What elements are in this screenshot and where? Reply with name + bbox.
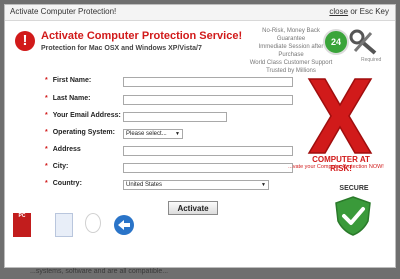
secure-label: SECURE xyxy=(339,185,369,192)
address-label: Address xyxy=(52,146,81,153)
header-subtitle: Protection for Mac OSX and Windows XP/Vi… xyxy=(41,45,202,52)
os-select[interactable]: Please select... ▼ xyxy=(123,129,183,139)
close-control: close or Esc Key xyxy=(329,7,389,16)
required-note: Required xyxy=(361,57,382,63)
os-row: * Operating System: xyxy=(45,129,115,141)
guarantee-line: No-Risk, Money Back Guarantee xyxy=(262,28,320,42)
required-asterisk: * xyxy=(45,77,48,84)
country-row: * Country: xyxy=(45,180,82,192)
secure-shield-check-icon xyxy=(335,196,371,236)
country-label: Country: xyxy=(52,180,82,187)
support-24-badge-icon: 24 xyxy=(323,29,349,55)
activate-button[interactable]: Activate xyxy=(168,201,218,215)
background-text: ...systems, software and are all compati… xyxy=(30,268,169,275)
first-name-label: First Name: xyxy=(52,77,92,84)
trust-logos: PC xyxy=(13,213,153,241)
editors-choice-logo xyxy=(55,213,73,237)
first-name-row: * First Name: xyxy=(45,77,91,89)
country-selected-value: United States xyxy=(126,182,163,188)
required-asterisk: * xyxy=(45,112,48,119)
guarantee-list: No-Risk, Money Back Guarantee Immediate … xyxy=(249,27,333,75)
activation-modal: Activate Computer Protection! close or E… xyxy=(4,4,396,268)
teamviewer-logo xyxy=(114,215,134,235)
required-asterisk: * xyxy=(45,129,48,136)
required-asterisk: * xyxy=(45,95,48,102)
chevron-down-icon: ▼ xyxy=(175,131,180,137)
modal-header: ! Activate Computer Protection Service! … xyxy=(11,25,389,74)
city-input[interactable] xyxy=(123,163,293,173)
country-select[interactable]: United States ▼ xyxy=(123,180,269,190)
header-title: Activate Computer Protection Service! xyxy=(41,30,243,42)
last-name-row: * Last Name: xyxy=(45,95,90,107)
risk-subline: ...vate your Computer Protection NOW! xyxy=(288,164,384,170)
required-asterisk: * xyxy=(45,146,48,153)
email-input[interactable] xyxy=(123,112,227,122)
address-row: * Address xyxy=(45,146,81,158)
os-selected-value: Please select... xyxy=(126,131,167,137)
address-input[interactable] xyxy=(123,146,293,156)
modal-titlebar: Activate Computer Protection! close or E… xyxy=(5,5,395,21)
os-label: Operating System: xyxy=(52,129,115,136)
close-link[interactable]: close xyxy=(329,7,348,16)
chevron-down-icon: ▼ xyxy=(261,182,266,188)
modal-title: Activate Computer Protection! xyxy=(10,7,117,16)
tools-wrench-icon xyxy=(349,29,377,55)
first-name-input[interactable] xyxy=(123,77,293,87)
email-row: * Your Email Address: xyxy=(45,112,121,124)
last-name-input[interactable] xyxy=(123,95,293,105)
pc-magazine-logo: PC xyxy=(13,213,31,237)
required-asterisk: * xyxy=(45,163,48,170)
guarantee-line: World Class Customer Support xyxy=(249,60,333,66)
award-badge-logo xyxy=(85,213,101,233)
close-suffix: or Esc Key xyxy=(348,7,389,16)
required-asterisk: * xyxy=(45,180,48,187)
last-name-label: Last Name: xyxy=(52,95,91,102)
alert-exclamation-icon: ! xyxy=(15,31,35,51)
city-label: City: xyxy=(52,163,69,170)
guarantee-line: Immediate Session after Purchase xyxy=(258,44,324,58)
email-label: Your Email Address: xyxy=(52,112,121,119)
big-red-x-icon xyxy=(307,78,373,154)
city-row: * City: xyxy=(45,163,68,175)
